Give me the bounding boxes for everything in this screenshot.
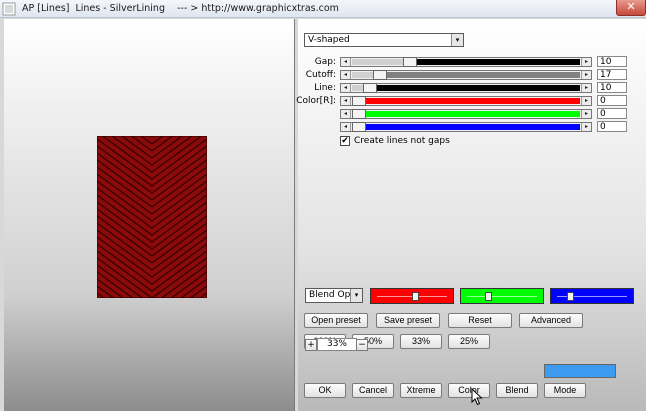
slider-value-field[interactable]: 0 (597, 121, 627, 132)
advanced-button[interactable]: Advanced (519, 313, 583, 328)
arrow-right-icon[interactable]: ▸ (581, 71, 591, 79)
slider-value-field[interactable]: 0 (597, 108, 627, 119)
color-button[interactable]: Color (448, 383, 490, 398)
slider-label: Gap: (314, 57, 336, 67)
window-title: AP [Lines] Lines - SilverLining --- > ht… (22, 3, 339, 14)
zoom-out-button[interactable]: − (356, 339, 368, 351)
slider-label: Color[R]: (296, 96, 336, 106)
app-icon (2, 2, 16, 16)
blend-color-slider-3[interactable] (550, 288, 634, 304)
slider-track (352, 85, 580, 91)
slider-value-field[interactable]: 10 (597, 56, 627, 67)
slider-6[interactable]: ◂ ▸ (340, 122, 592, 132)
slider-thumb[interactable] (567, 292, 575, 301)
preview-image (97, 136, 207, 298)
mouse-cursor-icon (471, 388, 483, 406)
slider-thumb[interactable] (485, 292, 493, 301)
blend-options-select[interactable]: Blend Optio ▾ (305, 288, 363, 303)
zoom-33-button[interactable]: 33% (400, 334, 442, 349)
minus-icon: − (358, 340, 366, 350)
arrow-right-icon[interactable]: ▸ (581, 84, 591, 92)
open-preset-button[interactable]: Open preset (304, 313, 368, 328)
style-select[interactable]: V-shaped ▾ (304, 33, 464, 47)
chevron-down-icon: ▾ (350, 289, 362, 302)
zoom-25-button[interactable]: 25% (448, 334, 490, 349)
slider-value-field[interactable]: 0 (597, 95, 627, 106)
color-swatch[interactable] (544, 364, 616, 378)
preview-pane (4, 19, 295, 411)
slider-value-field[interactable]: 17 (597, 69, 627, 80)
create-lines-checkbox[interactable]: ✔ (340, 136, 350, 146)
arrow-left-icon[interactable]: ◂ (341, 123, 351, 131)
chevron-down-icon: ▾ (451, 34, 463, 46)
slider-track (352, 59, 580, 65)
create-lines-label: Create lines not gaps (354, 136, 450, 146)
slider-1[interactable]: ◂ ▸ (340, 57, 592, 67)
close-button[interactable]: ✕ (616, 0, 646, 16)
arrow-left-icon[interactable]: ◂ (341, 58, 351, 66)
zoom-level-field[interactable]: 33% (317, 338, 357, 351)
slider-3[interactable]: ◂ ▸ (340, 83, 592, 93)
zoom-in-button[interactable]: + (305, 339, 317, 351)
slider-2[interactable]: ◂ ▸ (340, 70, 592, 80)
blend-button[interactable]: Blend (496, 383, 538, 398)
slider-track (352, 98, 580, 104)
slider-thumb[interactable] (352, 122, 366, 132)
arrow-left-icon[interactable]: ◂ (341, 110, 351, 118)
slider-label: Cutoff: (305, 70, 336, 80)
slider-track (352, 124, 580, 130)
blend-color-slider-2[interactable] (460, 288, 544, 304)
arrow-right-icon[interactable]: ▸ (581, 123, 591, 131)
reset-button[interactable]: Reset (448, 313, 512, 328)
style-select-value: V-shaped (308, 35, 350, 45)
title-bar: AP [Lines] Lines - SilverLining --- > ht… (0, 0, 646, 18)
slider-track (352, 111, 580, 117)
slider-5[interactable]: ◂ ▸ (340, 109, 592, 119)
arrow-left-icon[interactable]: ◂ (341, 97, 351, 105)
slider-label: Line: (314, 83, 336, 93)
blend-color-slider-1[interactable] (370, 288, 454, 304)
arrow-right-icon[interactable]: ▸ (581, 110, 591, 118)
controls-panel: V-shaped ▾ Gap: ◂ ▸ 10 Cutoff: ◂ ▸ 17 Line: ◂ ▸ 10 C… (296, 19, 646, 411)
slider-track (467, 296, 537, 297)
arrow-right-icon[interactable]: ▸ (581, 97, 591, 105)
close-icon: ✕ (626, 0, 636, 13)
slider-thumb[interactable] (352, 109, 366, 119)
xtreme-button[interactable]: Xtreme (400, 383, 442, 398)
slider-thumb[interactable] (403, 57, 418, 67)
arrow-left-icon[interactable]: ◂ (341, 84, 351, 92)
slider-4[interactable]: ◂ ▸ (340, 96, 592, 106)
slider-thumb[interactable] (373, 70, 388, 80)
slider-thumb[interactable] (352, 96, 366, 106)
slider-thumb[interactable] (362, 83, 377, 93)
save-preset-button[interactable]: Save preset (376, 313, 440, 328)
cancel-button[interactable]: Cancel (352, 383, 394, 398)
arrow-right-icon[interactable]: ▸ (581, 58, 591, 66)
slider-value-field[interactable]: 10 (597, 82, 627, 93)
slider-thumb[interactable] (412, 292, 420, 301)
ok-button[interactable]: OK (304, 383, 346, 398)
check-icon: ✔ (341, 136, 349, 146)
plus-icon: + (307, 340, 315, 350)
arrow-left-icon[interactable]: ◂ (341, 71, 351, 79)
mode-button[interactable]: Mode (544, 383, 586, 398)
